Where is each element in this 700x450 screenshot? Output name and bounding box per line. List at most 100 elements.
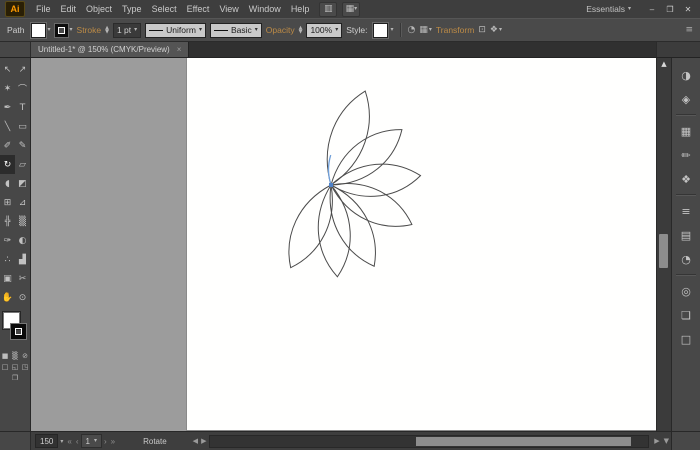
- menu-view[interactable]: View: [214, 2, 243, 16]
- flower-petal[interactable]: [321, 117, 411, 197]
- artboard-navigation-dropdown[interactable]: 1 ▾: [81, 434, 102, 448]
- mesh-tool[interactable]: ╬: [0, 212, 15, 231]
- bridge-icon[interactable]: ▥: [319, 2, 337, 17]
- flower-outline-artwork[interactable]: [31, 58, 656, 431]
- first-artboard-button[interactable]: «: [65, 437, 73, 446]
- close-button[interactable]: ✕: [681, 3, 695, 15]
- screen-mode-button[interactable]: ❐: [8, 374, 22, 382]
- stroke-weight-stepper[interactable]: ▲▼: [105, 26, 109, 34]
- isolate-selected-object-icon[interactable]: ⊡: [478, 25, 486, 35]
- zoom-dropdown-icon[interactable]: ▾: [58, 438, 65, 445]
- tab-close-icon[interactable]: ×: [177, 45, 182, 54]
- brushes-panel-icon[interactable]: ✏: [672, 143, 700, 167]
- flower-petal[interactable]: [315, 184, 353, 278]
- color-panel-icon[interactable]: ◑: [672, 63, 700, 87]
- next-artboard-button[interactable]: ›: [102, 437, 109, 446]
- transparency-panel-icon[interactable]: ◔: [672, 247, 700, 271]
- scroll-down-icon[interactable]: ▼: [662, 437, 671, 445]
- scroll-left-icon[interactable]: ◀: [193, 437, 198, 445]
- menu-help[interactable]: Help: [286, 2, 315, 16]
- horizontal-scroll-thumb[interactable]: [416, 437, 631, 446]
- blend-tool[interactable]: ◐: [15, 231, 30, 250]
- magic-wand-tool[interactable]: ✶: [0, 79, 15, 98]
- layers-panel-icon[interactable]: ❏: [672, 303, 700, 327]
- eyedropper-tool[interactable]: ✑: [0, 231, 15, 250]
- symbols-panel-icon[interactable]: ❖: [672, 167, 700, 191]
- slice-tool[interactable]: ✂: [15, 269, 30, 288]
- artboards-panel-icon[interactable]: □: [672, 327, 700, 351]
- graphic-style-swatch[interactable]: [373, 23, 388, 38]
- perspective-grid-tool[interactable]: ⊿: [15, 193, 30, 212]
- scroll-up-icon[interactable]: ▲: [661, 60, 666, 68]
- stroke-color-swatch[interactable]: [55, 24, 68, 37]
- pen-tool[interactable]: ✒: [0, 98, 15, 117]
- draw-inside-button[interactable]: ◳: [21, 363, 29, 371]
- artboard-tool[interactable]: ▣: [0, 269, 15, 288]
- anchor-point[interactable]: [329, 183, 333, 187]
- menu-type[interactable]: Type: [117, 2, 147, 16]
- scroll-right-end-icon[interactable]: ▶: [652, 437, 661, 445]
- paintbrush-tool[interactable]: ✐: [0, 136, 15, 155]
- column-graph-tool[interactable]: ▟: [15, 250, 30, 269]
- direct-selection-tool[interactable]: ↗: [15, 60, 30, 79]
- stroke-panel-icon[interactable]: ≡: [672, 199, 700, 223]
- none-button[interactable]: ⊘: [21, 352, 29, 360]
- zoom-tool[interactable]: ⊙: [15, 288, 30, 307]
- menu-effect[interactable]: Effect: [182, 2, 215, 16]
- fill-color-control[interactable]: ▾: [31, 23, 51, 38]
- restore-button[interactable]: ❐: [663, 3, 677, 15]
- align-dropdown[interactable]: ▦ ▾: [419, 25, 432, 35]
- stroke-panel-link[interactable]: Stroke: [77, 25, 102, 35]
- line-segment-tool[interactable]: ╲: [0, 117, 15, 136]
- draw-behind-button[interactable]: ◱: [11, 363, 19, 371]
- vertical-scrollbar[interactable]: ▲: [656, 58, 671, 431]
- scroll-right-icon[interactable]: ▶: [201, 437, 206, 445]
- previous-artboard-button[interactable]: ‹: [74, 437, 81, 446]
- stroke-proxy-swatch[interactable]: [11, 324, 26, 339]
- menu-file[interactable]: File: [31, 2, 56, 16]
- color-guide-panel-icon[interactable]: ◈: [672, 87, 700, 111]
- flower-petal[interactable]: [315, 85, 382, 191]
- width-profile-dropdown[interactable]: Uniform ▾: [145, 23, 206, 38]
- gradient-tool[interactable]: ▒: [15, 212, 30, 231]
- lasso-tool[interactable]: ⌒: [15, 79, 30, 98]
- color-button[interactable]: ■: [1, 352, 9, 360]
- zoom-level-input[interactable]: 150: [35, 434, 58, 448]
- arrange-documents-icon[interactable]: ▦ ▾: [342, 2, 360, 17]
- hand-tool[interactable]: ✋: [0, 288, 15, 307]
- select-similar-dropdown[interactable]: ❖ ▾: [490, 25, 502, 35]
- gradient-panel-icon[interactable]: ▤: [672, 223, 700, 247]
- recolor-artwork-icon[interactable]: ◔: [408, 25, 416, 35]
- panel-menu-icon[interactable]: ≡: [685, 25, 693, 35]
- rectangle-tool[interactable]: ▭: [15, 117, 30, 136]
- opacity-panel-link[interactable]: Opacity: [266, 25, 295, 35]
- selection-tool[interactable]: ↖: [0, 60, 15, 79]
- draw-normal-button[interactable]: □: [1, 363, 9, 371]
- scale-tool[interactable]: ▱: [15, 155, 30, 174]
- document-tab[interactable]: Untitled-1* @ 150% (CMYK/Preview) ×: [31, 42, 189, 57]
- minimize-button[interactable]: –: [645, 3, 659, 15]
- flower-petal[interactable]: [317, 178, 388, 274]
- fill-color-swatch[interactable]: [31, 23, 46, 38]
- menu-edit[interactable]: Edit: [56, 2, 82, 16]
- workspace-switcher[interactable]: Essentials ▾: [586, 4, 631, 14]
- menu-object[interactable]: Object: [81, 2, 117, 16]
- gradient-button[interactable]: ▒: [11, 352, 19, 360]
- shape-builder-tool[interactable]: ⊞: [0, 193, 15, 212]
- graphic-style-control[interactable]: ▾: [373, 23, 393, 38]
- flower-petal[interactable]: [329, 160, 422, 201]
- brush-definition-dropdown[interactable]: Basic ▾: [210, 23, 262, 38]
- menu-select[interactable]: Select: [147, 2, 182, 16]
- stroke-color-control[interactable]: ▾: [55, 24, 73, 37]
- pencil-tool[interactable]: ✎: [15, 136, 30, 155]
- transform-panel-link[interactable]: Transform: [436, 25, 474, 35]
- canvas[interactable]: [31, 58, 656, 431]
- rotate-tool[interactable]: ↻: [0, 155, 15, 174]
- symbol-sprayer-tool[interactable]: ∴: [0, 250, 15, 269]
- width-tool[interactable]: ◖: [0, 174, 15, 193]
- free-transform-tool[interactable]: ◩: [15, 174, 30, 193]
- swatches-panel-icon[interactable]: ▦: [672, 119, 700, 143]
- menu-window[interactable]: Window: [244, 2, 286, 16]
- appearance-panel-icon[interactable]: ◎: [672, 279, 700, 303]
- stroke-weight-dropdown[interactable]: 1 pt ▾: [113, 23, 141, 38]
